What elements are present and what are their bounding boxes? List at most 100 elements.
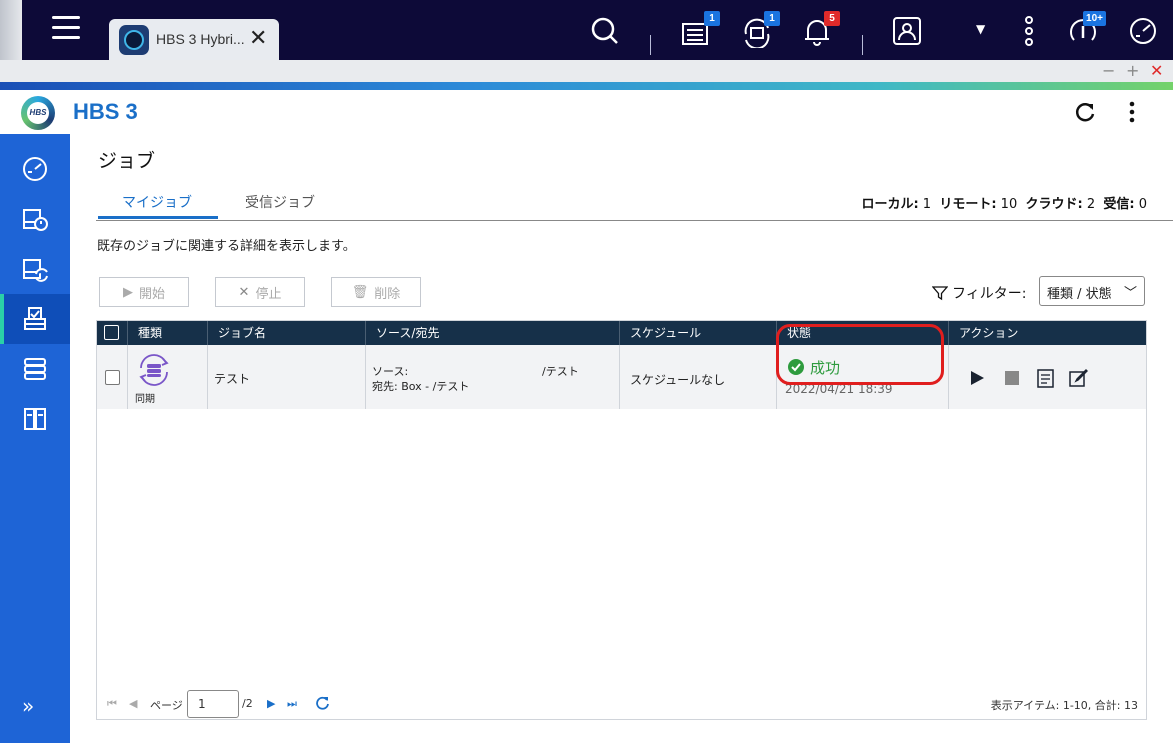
sync-job-icon xyxy=(139,354,169,386)
trash-icon: 🗑 xyxy=(351,284,369,300)
user-dropdown-icon[interactable]: ▼ xyxy=(976,22,1010,56)
stop-icon[interactable] xyxy=(1005,371,1019,385)
services-icon xyxy=(24,408,46,430)
system-info-icon[interactable]: 10+ xyxy=(1066,11,1106,48)
page-number-input[interactable]: 1 xyxy=(187,690,239,718)
items-count: 表示アイテム: 1-10, 合計: 13 xyxy=(990,699,1138,712)
x-icon: ✕ xyxy=(238,284,250,300)
header-type[interactable]: 種類 xyxy=(127,321,207,345)
desktop-edge xyxy=(0,0,22,60)
jobs-table: 種類 ジョブ名 ソース/宛先 スケジュール 状態 アクション 同期 テスト ソー… xyxy=(96,320,1147,720)
stop-button[interactable]: ✕ 停止 xyxy=(215,277,305,307)
main-menu-icon[interactable] xyxy=(52,16,80,44)
dashboard-icon xyxy=(23,157,47,181)
refresh-icon[interactable] xyxy=(1072,99,1098,125)
pager-refresh-icon[interactable] xyxy=(315,695,330,710)
more-options-icon[interactable] xyxy=(1012,14,1046,48)
job-name: テスト xyxy=(214,372,251,386)
select-all-cell xyxy=(97,321,127,345)
tab-my-jobs[interactable]: マイジョブ xyxy=(122,192,192,212)
separator xyxy=(862,35,863,55)
table-row[interactable]: 同期 テスト ソース: /テスト 宛先: Box - /テスト スケジュールなし… xyxy=(97,345,1146,409)
destination-text: 宛先: Box - /テスト xyxy=(372,380,470,393)
first-page-icon[interactable]: ⏮ xyxy=(107,697,117,711)
play-icon[interactable] xyxy=(969,371,985,385)
resource-badge: 10+ xyxy=(1083,11,1106,26)
tab-divider xyxy=(96,220,1173,221)
type-cell: 同期 xyxy=(127,345,207,409)
accent-gradient-bar xyxy=(0,82,1173,90)
expand-sidebar-icon[interactable]: » xyxy=(22,694,34,718)
minimize-icon[interactable]: − xyxy=(1102,61,1115,80)
tab-received-jobs[interactable]: 受信ジョブ xyxy=(245,192,315,212)
header-actions: アクション xyxy=(948,321,1146,345)
search-icon[interactable] xyxy=(588,14,622,48)
hbs-logo: HBS xyxy=(21,96,55,130)
type-label: 同期 xyxy=(135,394,155,405)
background-tasks-icon[interactable]: 1 xyxy=(680,11,720,48)
row-checkbox[interactable] xyxy=(105,370,120,385)
page-total: /2 xyxy=(242,697,253,710)
maximize-icon[interactable]: + xyxy=(1126,61,1139,80)
job-counts: ローカル: 1 リモート: 10 クラウド: 2 受信: 0 xyxy=(861,197,1147,212)
delete-button[interactable]: 🗑 削除 xyxy=(331,277,421,307)
page-description: 既存のジョブに関連する詳細を表示します。 xyxy=(97,239,356,254)
chevron-down-icon: ﹀ xyxy=(1123,286,1137,301)
start-button[interactable]: ▶ 開始 xyxy=(99,277,189,307)
sidebar-item-storage[interactable] xyxy=(0,344,70,394)
external-device-icon[interactable]: 1 xyxy=(740,11,780,50)
sidebar-item-overview[interactable] xyxy=(0,144,70,194)
hbs-app-icon xyxy=(119,25,149,55)
actions-cell xyxy=(948,345,1146,409)
filter-label: フィルター: xyxy=(932,283,1026,303)
notification-bell-icon[interactable]: 5 xyxy=(800,11,840,48)
play-icon: ▶ xyxy=(122,284,133,300)
sidebar-item-backup[interactable] xyxy=(0,194,70,244)
sync-badge: 1 xyxy=(764,11,780,26)
close-tab-icon[interactable]: ✕ xyxy=(249,26,267,51)
table-header: 種類 ジョブ名 ソース/宛先 スケジュール 状態 アクション xyxy=(97,321,1146,345)
app-header: HBS HBS 3 xyxy=(0,90,1173,134)
status-highlight-annotation xyxy=(776,324,944,385)
app-title: HBS 3 xyxy=(73,99,138,124)
header-schedule[interactable]: スケジュール xyxy=(619,321,776,345)
next-page-icon[interactable]: ▶ xyxy=(267,697,275,710)
sidebar-item-jobs[interactable] xyxy=(0,294,70,344)
backup-icon xyxy=(23,209,48,231)
filter-icon xyxy=(932,286,948,301)
sync-icon xyxy=(23,259,48,282)
active-tab-indicator xyxy=(98,216,218,219)
header-job-name[interactable]: ジョブ名 xyxy=(207,321,365,345)
storage-icon xyxy=(24,358,46,380)
filter-select[interactable]: 種類 / 状態 ﹀ xyxy=(1039,276,1145,306)
top-bar: HBS 3 Hybri... ✕ 1 1 5 ▼ 10+ xyxy=(0,0,1173,60)
sidebar-item-services[interactable] xyxy=(0,394,70,444)
resource-monitor-icon[interactable] xyxy=(1126,14,1160,48)
sidebar: » xyxy=(0,134,70,743)
page-label: ページ xyxy=(150,699,183,712)
job-name-cell: テスト xyxy=(207,345,365,409)
sidebar-item-sync[interactable] xyxy=(0,244,70,294)
schedule-text: スケジュールなし xyxy=(630,373,726,387)
edit-icon[interactable] xyxy=(1069,368,1088,387)
separator xyxy=(650,35,651,55)
main-content: ジョブ マイジョブ 受信ジョブ ローカル: 1 リモート: 10 クラウド: 2… xyxy=(70,134,1173,743)
select-all-checkbox[interactable] xyxy=(104,325,119,340)
row-select-cell xyxy=(97,345,127,409)
last-page-icon[interactable]: ⏭ xyxy=(287,697,297,711)
schedule-cell: スケジュールなし xyxy=(619,345,776,409)
page-title: ジョブ xyxy=(98,150,156,172)
pagination-bar: ⏮ ◀ ページ 1 /2 ▶ ⏭ 表示アイテム: 1-10, 合計: 13 xyxy=(97,686,1146,720)
prev-page-icon[interactable]: ◀ xyxy=(129,697,137,710)
source-dest-cell: ソース: /テスト 宛先: Box - /テスト xyxy=(365,345,619,409)
tasks-badge: 1 xyxy=(704,11,720,26)
source-path: /テスト xyxy=(542,365,579,378)
jobs-icon xyxy=(24,307,46,330)
user-profile-icon[interactable] xyxy=(890,14,924,48)
source-label: ソース: xyxy=(372,365,409,378)
app-more-icon[interactable] xyxy=(1122,99,1142,125)
log-icon[interactable] xyxy=(1037,369,1054,388)
app-tab[interactable]: HBS 3 Hybri... ✕ xyxy=(109,19,279,60)
header-source-dest[interactable]: ソース/宛先 xyxy=(365,321,619,345)
close-window-icon[interactable]: ✕ xyxy=(1150,61,1163,80)
